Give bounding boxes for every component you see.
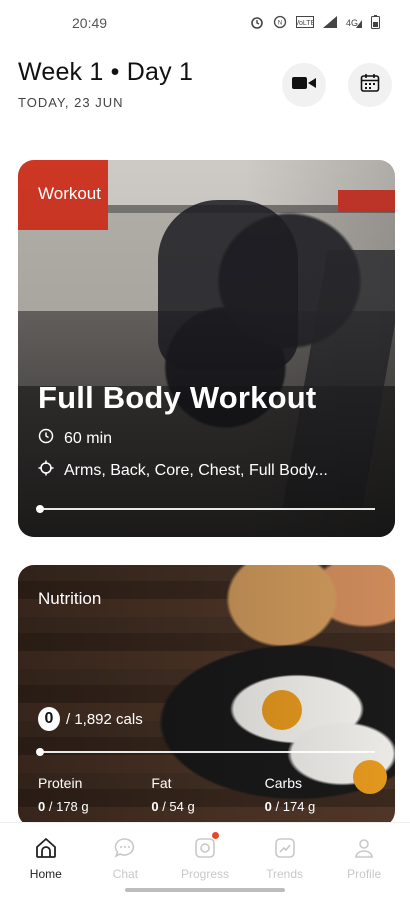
macro-value: 0 / 54 g [151,799,264,814]
macro-name: Fat [151,775,172,791]
data-4g-icon: 4G [346,16,362,31]
status-time: 20:49 [72,15,108,31]
nav-label: Progress [180,867,229,881]
macro-target: / 54 g [162,799,195,814]
chat-icon [112,835,138,861]
nutrition-label: Nutrition [38,589,102,608]
nav-profile[interactable]: Profile [329,823,399,900]
nutrition-card[interactable]: Nutrition 0 / 1,892 cals Protein 0 / 178… [18,565,395,827]
clock-icon [38,428,54,449]
macro-consumed: 0 [38,799,46,814]
svg-text:VoLTE: VoLTE [296,20,314,27]
macro-fat: Fat 0 / 54 g [151,775,264,814]
target-icon [38,460,54,481]
trends-icon [272,835,298,861]
macro-value: 0 / 174 g [265,799,378,814]
battery-icon [371,14,380,32]
macros-row: Protein 0 / 178 g Fat 0 / 54 g Carbs 0 /… [38,775,378,814]
calendar-button[interactable] [348,63,392,107]
bottom-nav: Home Chat Progress Trends Profile [0,822,410,900]
svg-text:N: N [278,20,282,26]
nav-label: Trends [266,867,304,881]
workout-muscles: Arms, Back, Core, Chest, Full Body... [38,460,328,481]
workout-label: Workout [38,184,101,203]
video-button[interactable] [282,63,326,107]
svg-text:4G: 4G [346,18,358,28]
page-title: Week 1 • Day 1 [18,58,194,86]
status-icons: N VoLTE 4G [250,14,380,32]
notification-badge [211,832,219,839]
home-icon [33,835,59,861]
page-date: TODAY, 23 JUN [18,95,124,110]
duration-text: 60 min [64,429,113,447]
progress-indicator [36,505,44,513]
macro-name: Carbs [264,775,303,791]
workout-progress-bar [36,505,375,513]
calories-row: 0 / 1,892 cals [38,707,143,731]
status-bar: 20:49 N VoLTE 4G [0,0,410,46]
nfc-icon: N [273,15,287,32]
workout-duration: 60 min [38,428,112,449]
macro-name: Protein [38,775,83,791]
calories-progress-bar [36,748,375,756]
calories-target: / 1,892 cals [66,710,143,728]
muscles-text: Arms, Back, Core, Chest, Full Body... [64,461,328,479]
macro-protein: Protein 0 / 178 g [38,775,151,814]
alarm-icon [250,15,264,32]
volte-icon: VoLTE [295,15,316,31]
nav-label: Home [29,867,62,881]
workout-card[interactable]: Workout Full Body Workout 60 min Arms, B… [18,160,395,537]
nav-label: Profile [347,867,382,881]
video-icon [292,75,316,96]
macro-consumed: 0 [151,799,159,814]
nav-label: Chat [112,867,139,881]
macro-target: / 174 g [275,799,316,814]
macro-value: 0 / 178 g [38,799,151,814]
signal-icon [323,15,337,31]
profile-icon [351,835,377,861]
calendar-icon [360,73,380,98]
macro-consumed: 0 [264,799,272,814]
workout-title: Full Body Workout [38,380,317,415]
nav-home[interactable]: Home [11,823,81,900]
header: Week 1 • Day 1 TODAY, 23 JUN [18,58,392,118]
calories-consumed: 0 [38,707,60,731]
macro-target: / 178 g [48,799,89,814]
macro-carbs: Carbs 0 / 174 g [265,775,378,814]
home-indicator[interactable] [125,888,285,892]
progress-indicator [36,748,44,756]
